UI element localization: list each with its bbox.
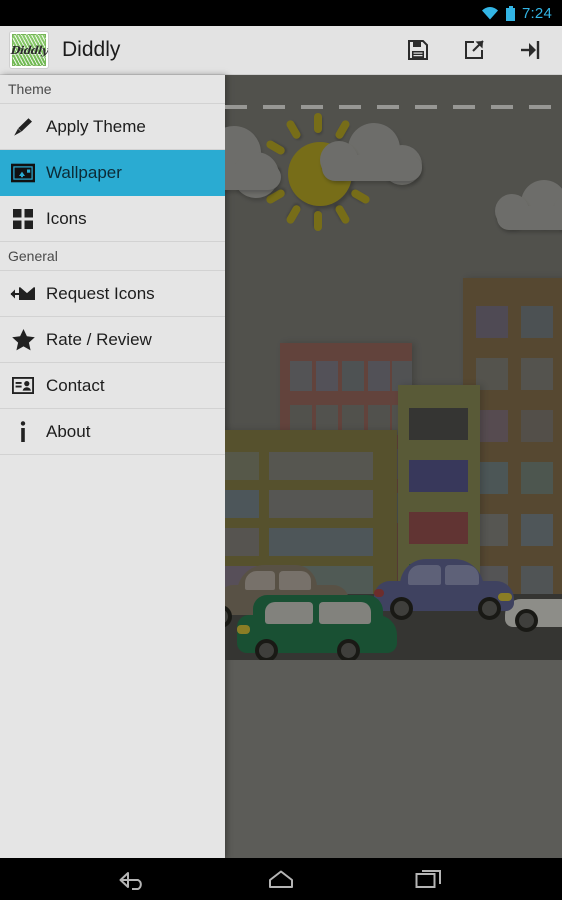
sidebar-item-rate-review[interactable]: Rate / Review (0, 317, 225, 363)
logo-label: Diddly (10, 43, 48, 57)
home-icon (267, 868, 295, 890)
wallpaper-illustration (225, 75, 562, 660)
sidebar-item-label: Icons (46, 208, 87, 228)
arrow-into-bracket-icon (519, 39, 541, 61)
tower-band-3 (409, 512, 468, 544)
sidebar-item-label: About (46, 421, 91, 441)
wallpaper-preview[interactable] (225, 75, 562, 858)
back-arrow-icon (118, 868, 148, 890)
back-button[interactable] (105, 858, 161, 900)
sidebar-item-label: Apply Theme (46, 116, 146, 136)
sidebar-item-label: Rate / Review (46, 329, 152, 349)
save-button[interactable] (390, 26, 446, 75)
grid-squares-icon (0, 208, 46, 229)
drawer-section-theme-header: Theme (0, 75, 225, 104)
home-button[interactable] (253, 858, 309, 900)
sidebar-item-label: Wallpaper (46, 162, 122, 182)
tower-band-2 (409, 460, 468, 492)
app-bar: Diddly Diddly (0, 26, 562, 75)
sidebar-item-about[interactable]: About (0, 409, 225, 455)
road-lane-markings (225, 105, 562, 109)
share-external-icon (463, 39, 485, 61)
drawer-section-general-header: General (0, 242, 225, 271)
star-icon (0, 328, 46, 351)
contact-card-icon (0, 377, 46, 394)
envelope-arrow-icon (0, 285, 46, 303)
sidebar-item-label: Contact (46, 375, 105, 395)
preview-ground (225, 660, 562, 858)
recents-squares-icon (415, 868, 443, 890)
info-icon (0, 420, 46, 443)
sidebar-item-apply-theme[interactable]: Apply Theme (0, 104, 225, 150)
cloud-center-icon (320, 123, 430, 185)
app-bar-actions (390, 26, 562, 75)
battery-icon (506, 5, 515, 21)
share-button[interactable] (446, 26, 502, 75)
clock: 7:24 (522, 4, 552, 22)
image-upload-icon (0, 163, 46, 183)
app-logo-icon[interactable]: Diddly (10, 32, 48, 68)
cloud-left-icon (225, 120, 297, 198)
sidebar-item-contact[interactable]: Contact (0, 363, 225, 409)
sidebar-item-icons[interactable]: Icons (0, 196, 225, 242)
cloud-right-icon (495, 180, 562, 234)
floppy-disk-icon (407, 39, 429, 61)
page-title: Diddly (62, 38, 121, 61)
android-screen: 7:24 Diddly Diddly Theme Apply Theme Wal… (0, 0, 562, 900)
recents-button[interactable] (401, 858, 457, 900)
sidebar-item-label: Request Icons (46, 283, 155, 303)
tower-band-1 (409, 408, 468, 440)
system-navigation-bar (0, 858, 562, 900)
wifi-icon (481, 6, 499, 20)
navigation-drawer: Theme Apply Theme Wallpaper Icons Genera… (0, 75, 225, 858)
sidebar-item-request-icons[interactable]: Request Icons (0, 271, 225, 317)
apply-button[interactable] (502, 26, 558, 75)
status-bar: 7:24 (0, 0, 562, 26)
paintbrush-icon (0, 116, 46, 138)
sidebar-item-wallpaper[interactable]: Wallpaper (0, 150, 225, 196)
